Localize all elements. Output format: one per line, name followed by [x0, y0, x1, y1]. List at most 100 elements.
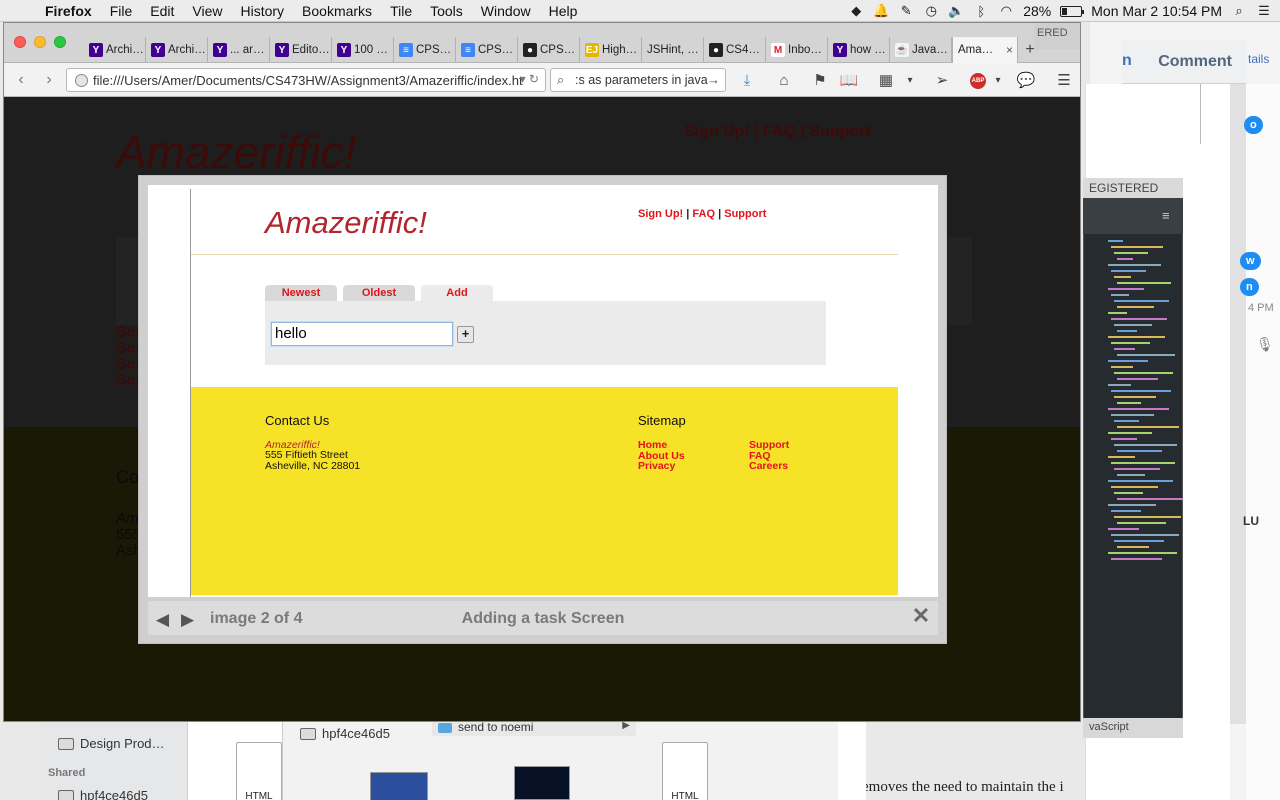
code-line — [1117, 402, 1141, 404]
search-go-icon[interactable]: → — [707, 72, 720, 87]
dropbox-icon[interactable]: ◆ — [848, 3, 864, 19]
url-bar[interactable]: file:///Users/Amer/Documents/CS473HW/Ass… — [66, 68, 546, 92]
menu-tools[interactable]: Tools — [421, 0, 472, 22]
wifi-icon[interactable]: ◠ — [998, 3, 1014, 19]
browser-tab[interactable]: Y Edito… — [270, 37, 332, 63]
menu-tile[interactable]: Tile — [381, 0, 421, 22]
az-faq-link[interactable]: FAQ — [692, 208, 715, 220]
menu-help[interactable]: Help — [540, 0, 587, 22]
html-file-icon[interactable]: HTML — [236, 742, 282, 800]
image-thumbnail[interactable] — [514, 766, 570, 800]
chat-icon[interactable]: 💬 — [1016, 70, 1036, 90]
clock[interactable]: Mon Mar 2 10:54 PM — [1091, 3, 1222, 19]
close-window-button[interactable] — [14, 36, 26, 48]
globe-icon — [75, 74, 88, 87]
editor-title: EGISTERED — [1083, 178, 1183, 198]
code-line — [1108, 480, 1173, 482]
browser-tab[interactable]: Ama… × — [952, 37, 1018, 63]
menu-window[interactable]: Window — [472, 0, 540, 22]
battery-icon[interactable] — [1060, 5, 1085, 17]
browser-tab[interactable]: Y Archi… — [84, 37, 146, 63]
dimmed-contact-heading: Co — [116, 467, 140, 487]
volume-icon[interactable]: 🔈 — [948, 3, 964, 19]
google-docs-icon: ≡ — [461, 43, 475, 57]
browser-tab[interactable]: EJ High… — [580, 37, 642, 63]
zoom-window-button[interactable] — [54, 36, 66, 48]
send-icon[interactable]: ➢ — [932, 70, 952, 90]
downloads-icon[interactable]: ⤓ — [737, 70, 757, 90]
az-support-link[interactable]: Support — [724, 208, 766, 220]
hamburger-icon[interactable]: ≡ — [1162, 208, 1170, 223]
bluetooth-icon[interactable]: ᛒ — [973, 3, 989, 19]
az-logo: Amazeriffic! — [265, 205, 427, 240]
home-icon[interactable]: ⌂ — [774, 70, 794, 90]
spotlight-search-icon[interactable]: ⌕ — [1231, 3, 1247, 19]
reader-view-icon[interactable]: 📖 — [839, 70, 859, 90]
browser-tab[interactable]: Y Archi… — [146, 37, 208, 63]
menu-bookmarks[interactable]: Bookmarks — [293, 0, 381, 22]
code-line — [1114, 324, 1152, 326]
chevron-down-icon[interactable]: ▾ — [900, 70, 920, 90]
browser-tab[interactable]: JSHint, … — [642, 37, 704, 63]
az-task-input[interactable]: hello — [271, 322, 453, 346]
finder-sidebar-item[interactable]: Design Prod… — [58, 736, 165, 751]
message-timestamp: 4 PM — [1248, 302, 1274, 314]
microphone-icon[interactable]: 🎙 — [1256, 336, 1274, 353]
browser-tab[interactable]: ≡ CPS… — [456, 37, 518, 63]
browser-tab[interactable]: ● CS4… — [704, 37, 766, 63]
close-tab-icon[interactable]: × — [1006, 43, 1013, 57]
menu-edit[interactable]: Edit — [141, 0, 183, 22]
reload-icon[interactable]: ▾ ↻ — [520, 72, 539, 86]
close-icon[interactable]: ✕ — [910, 605, 932, 627]
notification-center-icon[interactable]: ☰ — [1256, 3, 1272, 19]
minimize-window-button[interactable] — [34, 36, 46, 48]
az-tab-newest[interactable]: Newest — [265, 285, 337, 301]
az-tab-oldest[interactable]: Oldest — [343, 285, 415, 301]
dimmed-page-title: Amazeriffic! — [116, 126, 357, 178]
back-icon[interactable]: ‹ — [10, 69, 32, 91]
details-link[interactable]: tails — [1248, 52, 1269, 66]
document-scrollbar[interactable] — [1230, 84, 1246, 724]
browser-tab[interactable]: Y... ar… — [208, 37, 270, 63]
bookmark-icon[interactable]: ⚑ — [810, 70, 830, 90]
az-add-button[interactable]: + — [457, 326, 474, 343]
az-link-support[interactable]: Support — [749, 440, 789, 451]
search-text: :s as parameters in java — [575, 73, 708, 87]
az-tab-add[interactable]: Add — [421, 285, 493, 301]
tile-icon[interactable]: ▦ — [876, 70, 896, 90]
code-line — [1117, 306, 1154, 308]
az-link-careers[interactable]: Careers — [749, 461, 789, 472]
adblock-icon[interactable]: ABP — [970, 73, 986, 89]
notification-bell-icon[interactable]: 🔔 — [873, 3, 889, 19]
image-thumbnail[interactable] — [370, 772, 428, 800]
browser-tab[interactable]: ● CPS… — [518, 37, 580, 63]
forward-icon[interactable]: › — [38, 69, 60, 91]
az-link-home[interactable]: Home — [638, 440, 685, 451]
menu-history[interactable]: History — [231, 0, 293, 22]
az-signup-link[interactable]: Sign Up! — [638, 208, 683, 220]
html-file-icon[interactable]: HTML — [662, 742, 708, 800]
menu-app-name[interactable]: Firefox — [36, 0, 101, 22]
browser-tab[interactable]: ☕ Java… — [890, 37, 952, 63]
browser-tab[interactable]: Y 100 … — [332, 37, 394, 63]
code-line — [1108, 528, 1139, 530]
menu-icon[interactable]: ☰ — [1054, 70, 1074, 90]
finder-shared-item[interactable]: hpf4ce46d5 — [58, 788, 148, 800]
finder-file-item[interactable]: hpf4ce46d5 — [300, 726, 390, 741]
browser-tab[interactable]: Yhow … — [828, 37, 890, 63]
edit-note-icon[interactable]: ✎ — [898, 3, 914, 19]
az-address: 555 Fiftieth Street Asheville, NC 28801 — [265, 450, 360, 471]
finder-folder-row[interactable]: send to noemi ▶ — [432, 720, 636, 736]
search-bar[interactable]: ⌕ :s as parameters in java → — [550, 68, 726, 92]
time-machine-icon[interactable]: ◷ — [923, 3, 939, 19]
browser-tab-label: Ama… — [958, 44, 994, 56]
comment-button[interactable]: Comment — [1158, 53, 1232, 71]
menu-file[interactable]: File — [101, 0, 142, 22]
browser-tab[interactable]: M Inbo… — [766, 37, 828, 63]
finder-sidebar-label: Design Prod… — [80, 736, 165, 751]
az-link-privacy[interactable]: Privacy — [638, 461, 685, 472]
menu-view[interactable]: View — [183, 0, 231, 22]
chevron-down-icon[interactable]: ▾ — [988, 70, 1008, 90]
browser-tab[interactable]: ≡ CPS… — [394, 37, 456, 63]
lightbox: Amazeriffic! Sign Up! | FAQ | Support Ne… — [138, 175, 947, 644]
